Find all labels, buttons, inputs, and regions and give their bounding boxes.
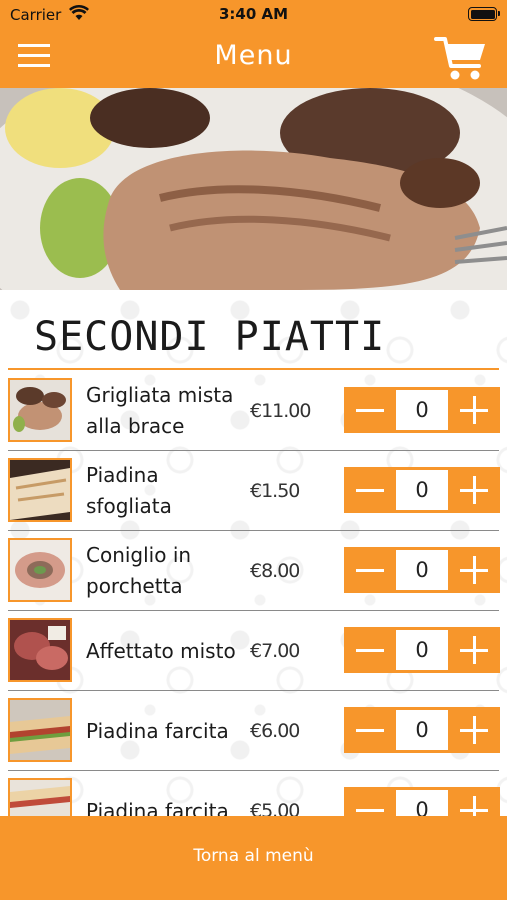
- list-item: Piadina sfogliata €1.50 0: [0, 451, 507, 531]
- quantity-stepper: 0: [344, 547, 500, 593]
- item-thumbnail: [8, 698, 72, 762]
- decrease-button[interactable]: [344, 547, 396, 593]
- list-item: Piadina farcita €6.00 0: [0, 691, 507, 771]
- item-price: €7.00: [250, 640, 300, 662]
- item-name: Piadina farcita: [86, 718, 229, 743]
- status-bar: Carrier 3:40 AM: [0, 0, 507, 30]
- quantity-stepper: 0: [344, 707, 500, 753]
- item-thumbnail: [8, 458, 72, 522]
- quantity-field[interactable]: 0: [396, 470, 448, 510]
- back-to-menu-button[interactable]: Torna al menù: [0, 846, 507, 866]
- section-title: SECONDI PIATTI: [34, 314, 386, 360]
- hero-image: [0, 88, 507, 290]
- list-item: Coniglio in porchetta €8.00 0: [0, 531, 507, 611]
- decrease-button[interactable]: [344, 787, 396, 816]
- item-thumbnail: [8, 778, 72, 816]
- page-title: Menu: [214, 40, 293, 71]
- item-name: Affettato misto: [86, 638, 236, 663]
- decrease-button[interactable]: [344, 387, 396, 433]
- list-item: Piadina farcita €5.00 0: [0, 771, 507, 816]
- item-price: €6.00: [250, 720, 300, 742]
- quantity-stepper: 0: [344, 467, 500, 513]
- increase-button[interactable]: [448, 387, 500, 433]
- item-thumbnail: [8, 378, 72, 442]
- item-thumbnail: [8, 618, 72, 682]
- item-price: €8.00: [250, 560, 300, 582]
- increase-button[interactable]: [448, 627, 500, 673]
- item-thumbnail: [8, 538, 72, 602]
- decrease-button[interactable]: [344, 467, 396, 513]
- quantity-field[interactable]: 0: [396, 630, 448, 670]
- item-name: Piadina farcita: [86, 798, 229, 817]
- item-price: €11.00: [250, 400, 311, 422]
- grilled-meat-plate-photo: [0, 88, 507, 290]
- decrease-button[interactable]: [344, 627, 396, 673]
- quantity-stepper: 0: [344, 787, 500, 816]
- quantity-stepper: 0: [344, 387, 500, 433]
- increase-button[interactable]: [448, 707, 500, 753]
- increase-button[interactable]: [448, 467, 500, 513]
- quantity-stepper: 0: [344, 627, 500, 673]
- quantity-field[interactable]: 0: [396, 790, 448, 816]
- footer-bar: Torna al menù: [0, 816, 507, 900]
- quantity-field[interactable]: 0: [396, 550, 448, 590]
- item-name: Piadina sfogliata: [86, 463, 172, 518]
- item-price: €5.00: [250, 800, 300, 816]
- quantity-field[interactable]: 0: [396, 710, 448, 750]
- increase-button[interactable]: [448, 787, 500, 816]
- quantity-field[interactable]: 0: [396, 390, 448, 430]
- battery-icon: [468, 7, 500, 21]
- list-item: Grigliata mista alla brace €11.00 0: [0, 371, 507, 451]
- item-price: €1.50: [250, 480, 300, 502]
- item-name: Grigliata mista alla brace: [86, 383, 234, 438]
- status-time: 3:40 AM: [218, 5, 289, 23]
- menu-content: SECONDI PIATTI Grigliata mista alla brac…: [0, 290, 507, 816]
- item-name: Coniglio in porchetta: [86, 543, 192, 598]
- top-bar: Carrier 3:40 AM Menu: [0, 0, 507, 88]
- cart-icon[interactable]: [434, 33, 488, 83]
- decrease-button[interactable]: [344, 707, 396, 753]
- increase-button[interactable]: [448, 547, 500, 593]
- list-item: Affettato misto €7.00 0: [0, 611, 507, 691]
- section-divider: [8, 368, 499, 370]
